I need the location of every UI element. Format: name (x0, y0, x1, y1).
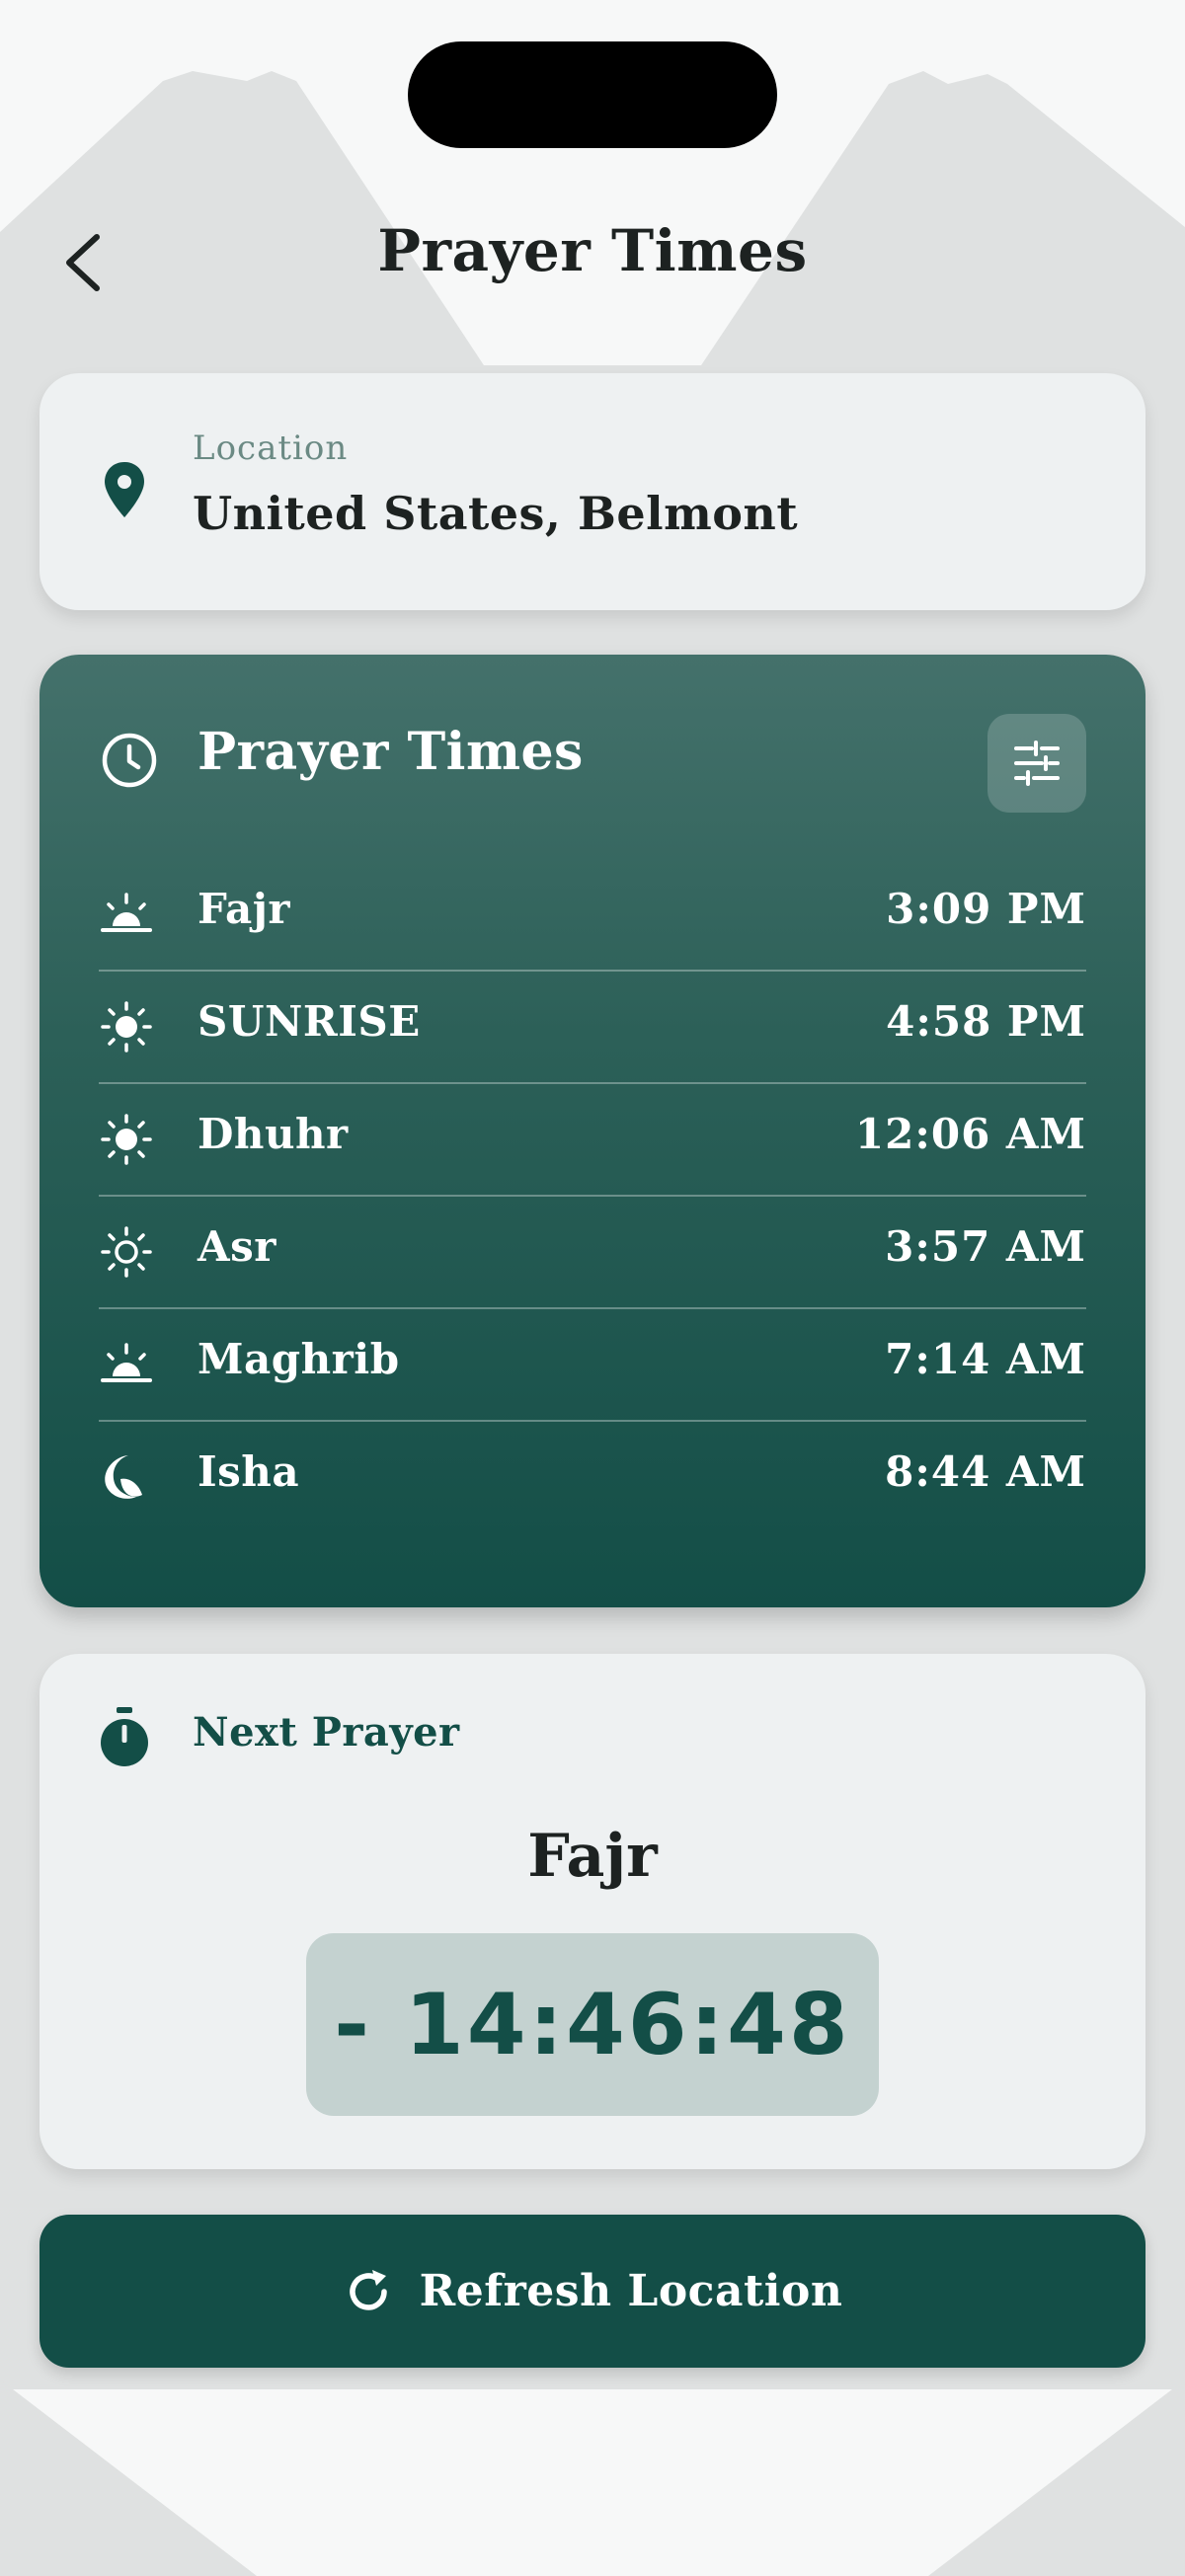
prayer-name: Dhuhr (198, 1110, 349, 1158)
sun-icon (101, 1001, 152, 1053)
prayer-name: Fajr (198, 885, 291, 933)
prayer-time: 12:06 AM (854, 1110, 1086, 1158)
camera-notch (408, 41, 777, 148)
prayer-times-card: Prayer Times Fajr 3:09 PM SUNRISE 4:58 P… (40, 655, 1146, 1607)
prayer-times-title: Prayer Times (198, 722, 584, 782)
prayer-row-fajr: Fajr 3:09 PM (99, 859, 1086, 972)
prayer-time: 3:57 AM (885, 1222, 1086, 1271)
location-card: Location United States, Belmont (40, 373, 1146, 610)
next-prayer-label: Next Prayer (193, 1709, 460, 1756)
sliders-icon (1014, 741, 1060, 786)
location-label: Location (193, 429, 349, 468)
countdown-timer: - 14:46:48 (306, 1933, 879, 2116)
prayer-time: 8:44 AM (885, 1447, 1086, 1496)
clock-icon (102, 733, 157, 788)
prayer-row-asr: Asr 3:57 AM (99, 1197, 1086, 1309)
prayer-list: Fajr 3:09 PM SUNRISE 4:58 PM Dhuhr 12:06… (99, 859, 1086, 1534)
prayer-name: Maghrib (198, 1335, 400, 1383)
location-value: United States, Belmont (193, 487, 799, 540)
prayer-row-isha: Isha 8:44 AM (99, 1422, 1086, 1534)
prayer-row-dhuhr: Dhuhr 12:06 AM (99, 1084, 1086, 1197)
prayer-time: 3:09 PM (886, 885, 1086, 933)
refresh-location-label: Refresh Location (419, 2266, 843, 2316)
page-title: Prayer Times (377, 217, 808, 284)
sunrise-horizon-icon (101, 893, 152, 932)
prayer-row-sunrise: SUNRISE 4:58 PM (99, 972, 1086, 1084)
prayer-name: Isha (198, 1447, 300, 1496)
adjust-settings-button[interactable] (988, 714, 1086, 813)
sunset-horizon-icon (101, 1343, 152, 1382)
header: Prayer Times (0, 197, 1185, 331)
moon-icon (105, 1455, 142, 1499)
refresh-icon (349, 2269, 387, 2310)
location-pin-icon (105, 462, 144, 517)
sun-icon (101, 1114, 152, 1165)
prayer-name: SUNRISE (198, 997, 421, 1046)
refresh-location-button[interactable]: Refresh Location (40, 2215, 1146, 2368)
next-prayer-name: Fajr (527, 1822, 658, 1891)
stopwatch-icon (101, 1707, 148, 1766)
prayer-row-maghrib: Maghrib 7:14 AM (99, 1309, 1086, 1422)
sun-outline-icon (101, 1226, 152, 1278)
prayer-name: Asr (198, 1222, 276, 1271)
next-prayer-card: Next Prayer Fajr - 14:46:48 (40, 1654, 1146, 2169)
prayer-time: 7:14 AM (885, 1335, 1086, 1383)
prayer-time: 4:58 PM (886, 997, 1086, 1046)
